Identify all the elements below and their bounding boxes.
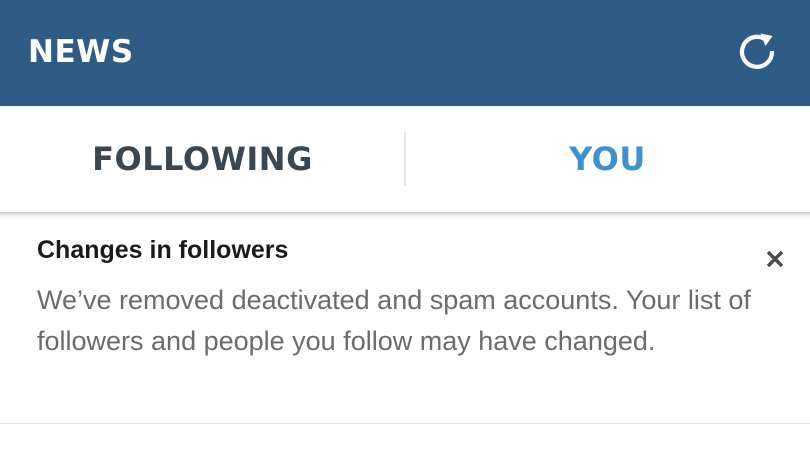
page-title: NEWS	[28, 34, 134, 70]
tab-following[interactable]: FOLLOWING	[0, 106, 405, 212]
tab-following-label: FOLLOWING	[92, 140, 313, 178]
followers-notice: Changes in followers We’ve removed deact…	[0, 220, 810, 424]
tab-divider	[404, 132, 406, 186]
close-icon	[766, 250, 784, 268]
notice-body: We’ve removed deactivated and spam accou…	[37, 285, 751, 356]
tab-you-label: YOU	[569, 140, 646, 178]
notice-close-button[interactable]	[758, 242, 792, 276]
refresh-icon	[739, 33, 775, 69]
refresh-button[interactable]	[730, 24, 784, 78]
news-screen: NEWS FOLLOWING YOU Changes in followers …	[0, 0, 810, 462]
news-header: NEWS	[0, 0, 810, 106]
news-list-area	[0, 424, 810, 462]
tabs-shadow	[0, 212, 810, 220]
notice-title: Changes in followers	[37, 236, 289, 264]
tab-you[interactable]: YOU	[405, 106, 810, 212]
